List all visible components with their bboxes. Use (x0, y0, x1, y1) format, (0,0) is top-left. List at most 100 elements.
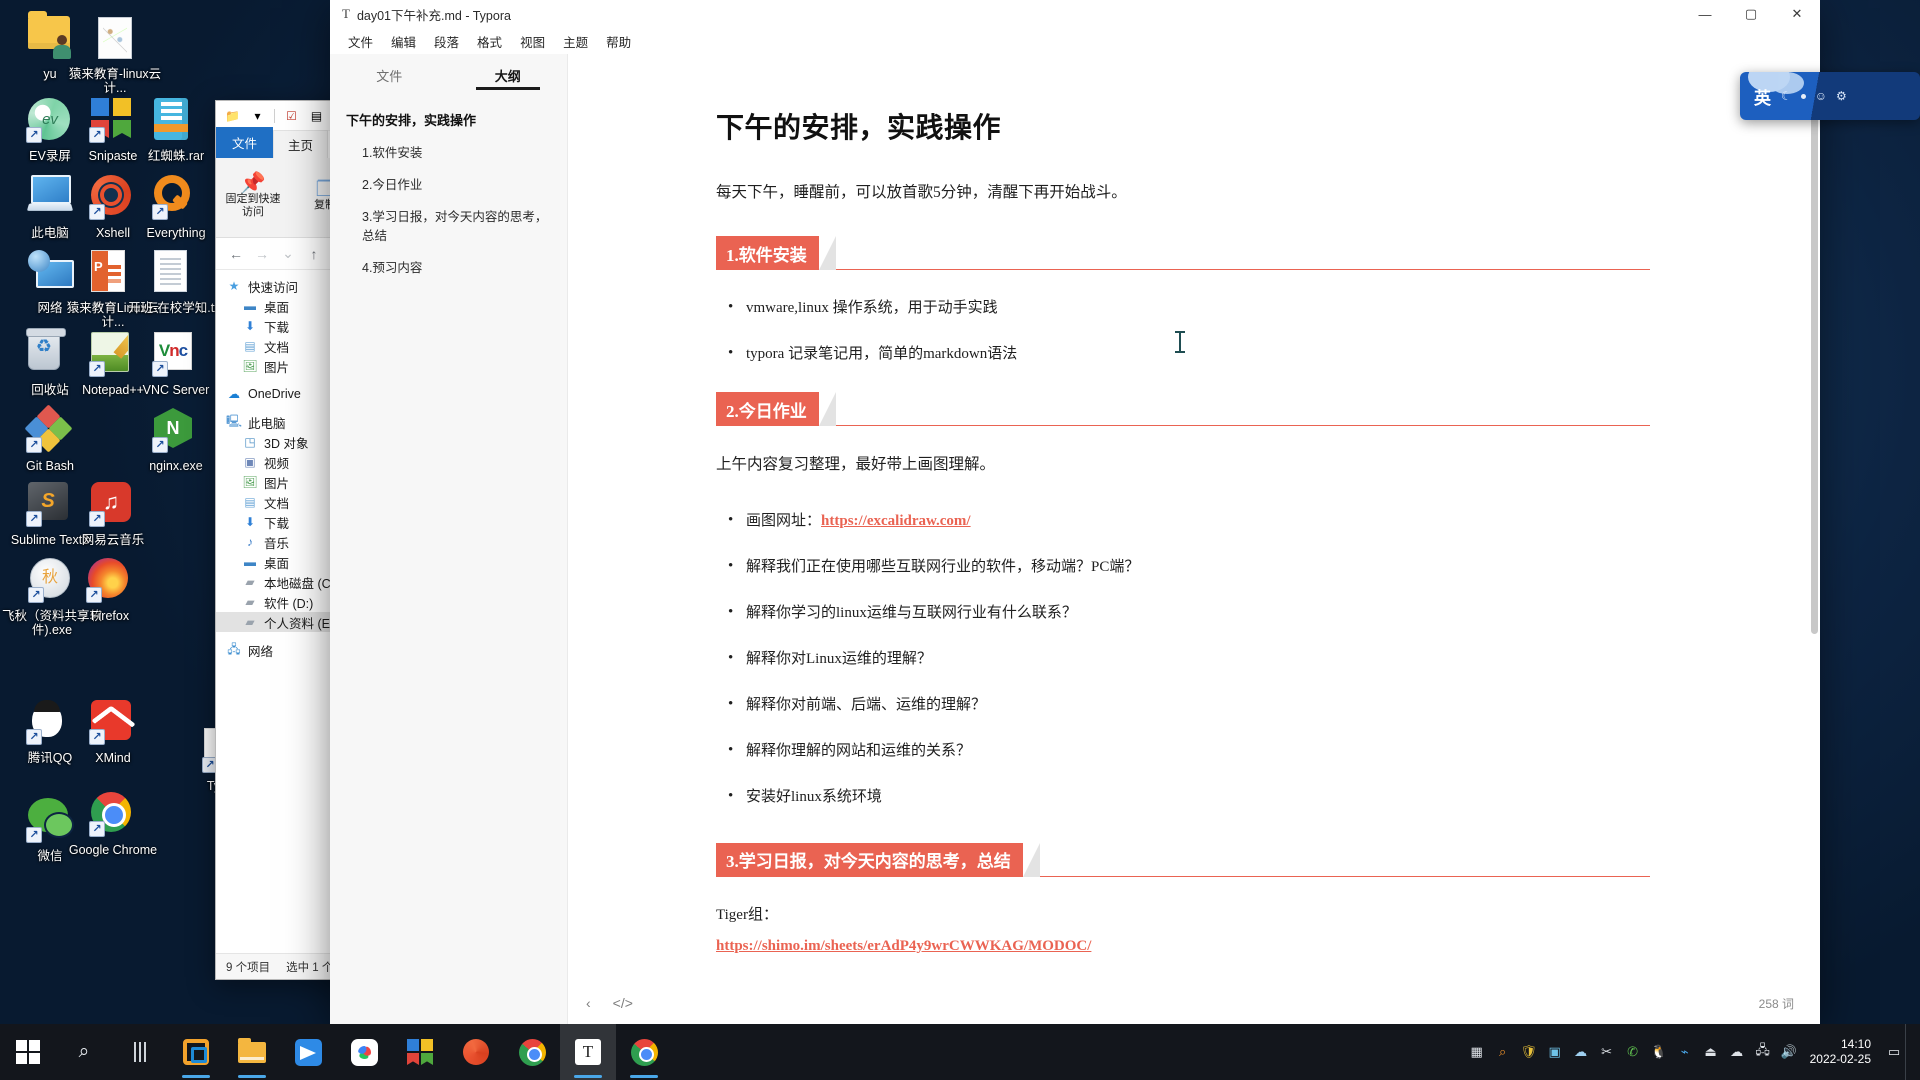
usb-icon[interactable]: ⏏ (1698, 1032, 1724, 1072)
source-code-icon[interactable]: </> (613, 995, 633, 1011)
list-item[interactable]: vmware,linux 操作系统，用于动手实践 (716, 295, 1650, 320)
checkbox-icon[interactable]: ☑ (283, 107, 300, 124)
document-intro[interactable]: 每天下午，睡醒前，可以放首歌5分钟，清醒下再开始战斗。 (716, 180, 1650, 206)
snipaste-tray-icon[interactable]: ▦ (1464, 1032, 1490, 1072)
window-controls[interactable]: — ▢ ✕ (1682, 0, 1820, 28)
clock[interactable]: 14:10 2022-02-25 (1802, 1037, 1883, 1067)
status-bar-left[interactable]: ‹ </> (586, 995, 633, 1011)
list-item[interactable]: 安装好linux系统环境 (716, 784, 1650, 809)
chevron-down-icon[interactable]: ⌄ (276, 242, 300, 266)
outline-title[interactable]: 下午的安排，实践操作 (346, 110, 557, 129)
chevron-down-icon[interactable]: ▾ (249, 107, 266, 124)
list-item[interactable]: typora 记录笔记用，简单的markdown语法 (716, 341, 1650, 366)
typora-editor[interactable]: 下午的安排，实践操作 每天下午，睡醒前，可以放首歌5分钟，清醒下再开始战斗。 1… (568, 54, 1820, 982)
network-icon[interactable]: 🖧 (1750, 1032, 1776, 1072)
maximize-button[interactable]: ▢ (1728, 0, 1774, 28)
back-arrow-icon[interactable]: ← (224, 242, 248, 266)
qq-tray-icon[interactable]: 🐧 (1646, 1032, 1672, 1072)
section-heading-1[interactable]: 1.软件安装 (716, 236, 1650, 271)
tab-files[interactable]: 文件 (330, 54, 449, 96)
list-item[interactable]: 解释你对前端、后端、运维的理解？ (716, 692, 1650, 717)
folder-icon[interactable]: 📁 (224, 107, 241, 124)
explorer-tab-home[interactable]: 主页 (273, 130, 329, 158)
screenshot-tray-icon[interactable]: ✂ (1594, 1032, 1620, 1072)
settings-icon[interactable]: ⚙ (1836, 89, 1847, 103)
keyboard-icon[interactable] (1800, 93, 1806, 99)
desktop-icon-netease-music[interactable]: ↗ 网易云音乐 (60, 480, 166, 547)
outline-item-4[interactable]: 4.预习内容 (362, 257, 557, 276)
typora-menu-bar[interactable]: 文件 编辑 段落 格式 视图 主题 帮助 (330, 28, 1820, 54)
shimo-link-tiger[interactable]: https://shimo.im/sheets/erAdP4y9wrCWWKAG… (716, 938, 1091, 954)
list-item-link[interactable]: 画图网址：https://excalidraw.com/ (716, 508, 1650, 533)
desktop-icon-everything[interactable]: ↗ Everything (128, 173, 224, 240)
desktop-icon-hongzhizhu-rar[interactable]: 红蜘蛛.rar (128, 96, 224, 163)
list-item[interactable]: 解释我们正在使用哪些互联网行业的软件，移动端？PC端？ (716, 554, 1650, 579)
vmware-button[interactable] (168, 1024, 224, 1080)
task-view-button[interactable] (112, 1024, 168, 1080)
notification-icon[interactable]: ▭ (1883, 1024, 1905, 1080)
feiqiu-button[interactable] (280, 1024, 336, 1080)
pin-to-quick-access-button[interactable]: 📌 固定到快速访问 (222, 173, 284, 219)
desktop-icon-yuanlai-doc[interactable]: 猿来教育-linux云计... (62, 14, 168, 95)
desktop-icon-chrome[interactable]: ↗ Google Chrome (65, 790, 161, 857)
group-link-tiger-wrap[interactable]: https://shimo.im/sheets/erAdP4y9wrCWWKAG… (716, 938, 1650, 955)
start-button[interactable] (0, 1024, 56, 1080)
chrome-window-button[interactable] (616, 1024, 672, 1080)
everything-tray-icon[interactable]: ⌕ (1490, 1032, 1516, 1072)
desktop-icon-kaiban-txt[interactable]: 开班-在校学知.txt (126, 248, 226, 315)
menu-help[interactable]: 帮助 (598, 29, 639, 54)
editor-scrollbar[interactable] (1811, 94, 1818, 634)
desktop-icon-xmind[interactable]: ↗ XMind (65, 698, 161, 765)
up-arrow-icon[interactable]: ↑ (302, 242, 326, 266)
snipaste-button[interactable] (392, 1024, 448, 1080)
desktop-icon-firefox[interactable]: ↗ Firefox (62, 556, 158, 623)
minimize-button[interactable]: — (1682, 0, 1728, 28)
sidebar-tabs[interactable]: 文件 大纲 (330, 54, 567, 96)
outline-item-2[interactable]: 2.今日作业 (362, 174, 557, 193)
tab-outline[interactable]: 大纲 (449, 54, 568, 96)
outline-panel[interactable]: 下午的安排，实践操作 1.软件安装 2.今日作业 3.学习日报，对今天内容的思考… (330, 96, 567, 289)
desktop-icon-nginx[interactable]: ↗ nginx.exe (128, 406, 224, 473)
taskbar[interactable]: ⌕ T ▦ ⌕ 🛡 ▣ ☁ ✂ ✆ 🐧 ⌁ ⏏ ☁ 🖧 🔊 14:10 2022… (0, 1024, 1920, 1080)
word-count-label[interactable]: 258 词 (1759, 995, 1794, 1012)
xshell-button[interactable] (448, 1024, 504, 1080)
onedrive-icon[interactable]: ☁ (1724, 1032, 1750, 1072)
menu-theme[interactable]: 主题 (555, 29, 596, 54)
document-title[interactable]: 下午的安排，实践操作 (716, 106, 1650, 146)
baidu-netdisk-button[interactable] (336, 1024, 392, 1080)
typora-title-bar[interactable]: T day01下午补充.md - Typora — ▢ ✕ (330, 0, 1820, 28)
list-item[interactable]: 解释你理解的网站和运维的关系？ (716, 738, 1650, 763)
menu-format[interactable]: 格式 (469, 29, 510, 54)
menu-edit[interactable]: 编辑 (383, 29, 424, 54)
shield-tray-icon[interactable]: 🛡 (1516, 1032, 1542, 1072)
search-button[interactable]: ⌕ (56, 1024, 112, 1080)
emoji-icon[interactable]: ☺ (1815, 89, 1827, 103)
taskbar-buttons[interactable]: ⌕ T (0, 1024, 672, 1080)
system-tray[interactable]: ▦ ⌕ 🛡 ▣ ☁ ✂ ✆ 🐧 ⌁ ⏏ ☁ 🖧 🔊 14:10 2022-02-… (1464, 1024, 1920, 1080)
list-item[interactable]: 解释你对Linux运维的理解？ (716, 646, 1650, 671)
outline-item-3[interactable]: 3.学习日报，对今天内容的思考，总结 (362, 206, 557, 244)
wechat-tray-icon[interactable]: ✆ (1620, 1032, 1646, 1072)
menu-view[interactable]: 视图 (512, 29, 553, 54)
section-heading-3[interactable]: 3.学习日报，对今天内容的思考，总结 (716, 842, 1650, 877)
typora-window[interactable]: T day01下午补充.md - Typora — ▢ ✕ 文件 编辑 段落 格… (330, 0, 1820, 1024)
typora-button[interactable]: T (560, 1024, 616, 1080)
section-heading-2[interactable]: 2.今日作业 (716, 392, 1650, 427)
chrome-button[interactable] (504, 1024, 560, 1080)
menu-file[interactable]: 文件 (340, 29, 381, 54)
desktop-icon-vnc-server[interactable]: Vn c ↗ VNC Server (128, 330, 224, 397)
ime-toolbar-icons[interactable]: ☾ ☺ ⚙ (1781, 89, 1847, 103)
excalidraw-link[interactable]: https://excalidraw.com/ (821, 513, 971, 529)
outline-item-1[interactable]: 1.软件安装 (362, 142, 557, 161)
bluetooth-icon[interactable]: ⌁ (1672, 1032, 1698, 1072)
cloud-tray-icon[interactable]: ☁ (1568, 1032, 1594, 1072)
moon-icon[interactable]: ☾ (1781, 89, 1792, 103)
properties-icon[interactable]: ▤ (308, 107, 325, 124)
chevron-left-icon[interactable]: ‹ (586, 995, 591, 1011)
desktop-icon-git-bash[interactable]: ↗ Git Bash (2, 404, 98, 473)
typora-sidebar[interactable]: 文件 大纲 下午的安排，实践操作 1.软件安装 2.今日作业 3.学习日报，对今… (330, 54, 568, 1024)
explorer-tab-file[interactable]: 文件 (216, 127, 274, 158)
section-2-list[interactable]: 画图网址：https://excalidraw.com/ 解释我们正在使用哪些互… (716, 508, 1650, 809)
show-desktop-button[interactable] (1905, 1024, 1912, 1080)
file-explorer-button[interactable] (224, 1024, 280, 1080)
